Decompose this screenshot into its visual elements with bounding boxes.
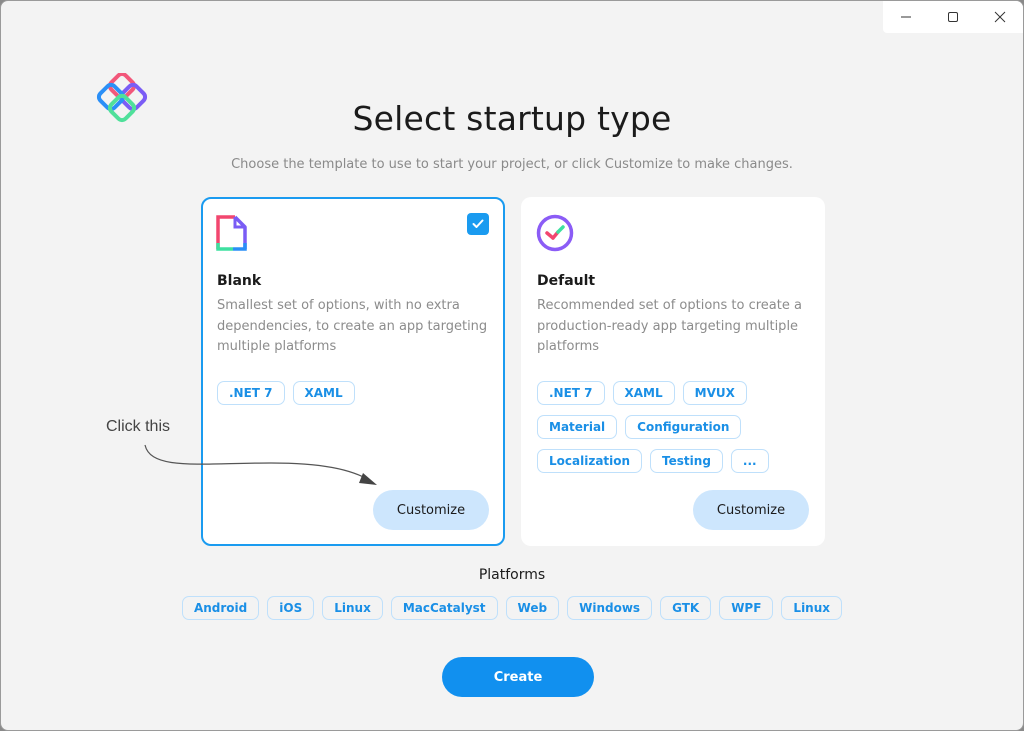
tag-chip: .NET 7 xyxy=(217,381,285,405)
card-title: Default xyxy=(537,273,596,289)
check-circle-icon xyxy=(536,214,574,252)
close-icon xyxy=(994,11,1006,23)
tag-chip: XAML xyxy=(292,381,355,405)
platform-chip-windows: Windows xyxy=(567,596,653,620)
minimize-button[interactable] xyxy=(883,1,930,33)
platforms-title: Platforms xyxy=(478,567,546,583)
tag-chip: Configuration xyxy=(625,415,742,439)
platform-chip-web: Web xyxy=(505,596,560,620)
annotation-arrow-icon xyxy=(144,444,377,485)
platform-chip-maccatalyst: MacCatalyst xyxy=(390,596,498,620)
card-description: Recommended set of options to create a p… xyxy=(537,298,802,354)
close-button[interactable] xyxy=(976,1,1023,33)
card-title: Blank xyxy=(217,273,262,289)
document-icon xyxy=(216,215,247,251)
more-tags-chip: ... xyxy=(730,449,769,473)
card-tags: .NET 7 XAML xyxy=(217,381,497,405)
platform-chip-gtk: GTK xyxy=(660,596,712,620)
platform-chip-linux: Linux xyxy=(322,596,383,620)
platforms-list: Android iOS Linux MacCatalyst Web Window… xyxy=(1,596,1023,620)
maximize-icon xyxy=(948,12,958,22)
tag-chip: Material xyxy=(537,415,618,439)
checkmark-icon xyxy=(472,219,484,228)
platform-chip-wpf: WPF xyxy=(719,596,774,620)
template-card-default[interactable]: Default Recommended set of options to cr… xyxy=(521,197,825,546)
selected-checkbox[interactable] xyxy=(467,213,489,235)
customize-button-default[interactable]: Customize xyxy=(693,490,809,530)
tag-chip: MVUX xyxy=(682,381,747,405)
create-button[interactable]: Create xyxy=(442,657,594,697)
platform-chip-linux-2: Linux xyxy=(781,596,843,620)
app-window: Select startup type Choose the template … xyxy=(0,0,1024,731)
tag-chip: XAML xyxy=(612,381,675,405)
tag-chip: Localization xyxy=(537,449,643,473)
tag-chip: .NET 7 xyxy=(537,381,605,405)
card-description: Smallest set of options, with no extra d… xyxy=(217,298,488,354)
page-title: Select startup type xyxy=(352,99,672,138)
minimize-icon xyxy=(901,16,912,18)
maximize-button[interactable] xyxy=(930,1,977,33)
tag-chip: Testing xyxy=(650,449,723,473)
page-subtitle: Choose the template to use to start your… xyxy=(231,157,793,172)
platform-chip-android: Android xyxy=(181,596,260,620)
titlebar-controls xyxy=(883,1,1023,33)
card-tags: .NET 7 XAML MVUX Material Configuration … xyxy=(537,381,817,473)
platform-chip-ios: iOS xyxy=(267,596,315,620)
